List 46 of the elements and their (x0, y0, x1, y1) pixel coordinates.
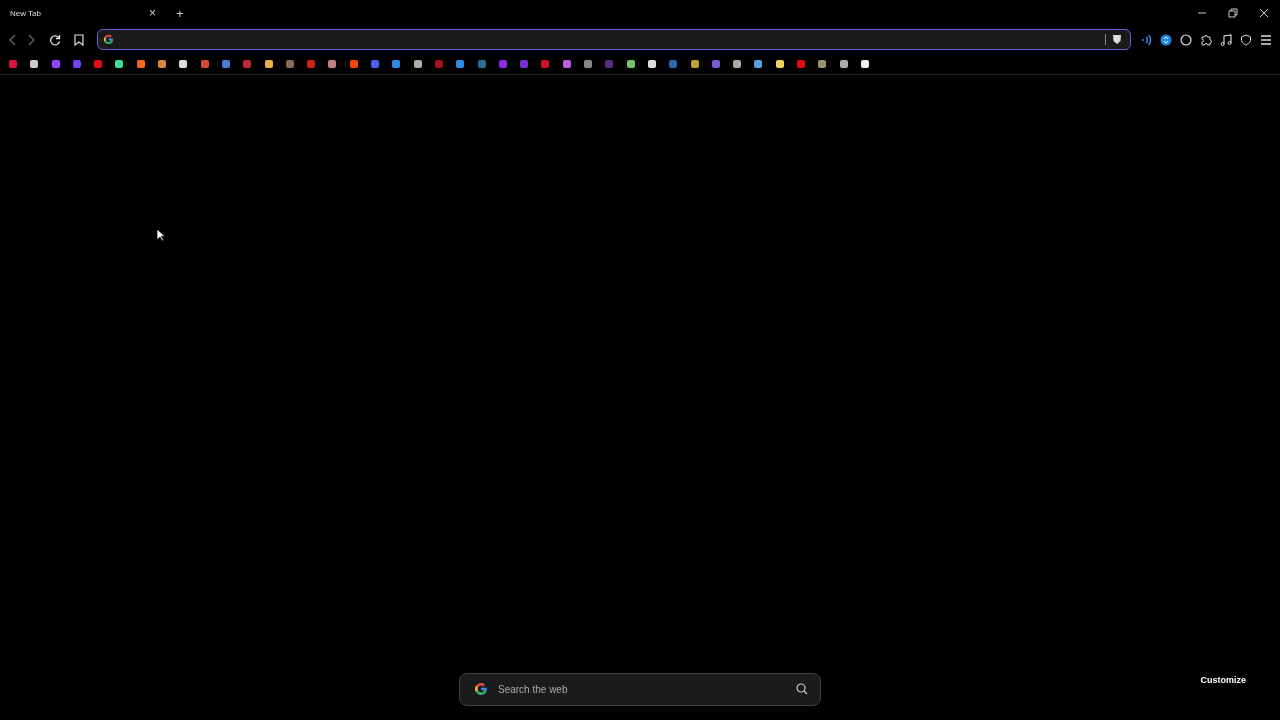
bookmark-icon[interactable] (818, 59, 827, 68)
address-bar[interactable] (96, 29, 1132, 50)
bookmark-icon[interactable] (136, 59, 145, 68)
bookmark-icon[interactable] (626, 59, 635, 68)
music-note-icon[interactable] (1220, 33, 1233, 46)
new-tab-button[interactable]: + (172, 6, 188, 20)
bookmark-icon[interactable] (30, 59, 39, 68)
sound-waves-icon[interactable] (1140, 33, 1153, 46)
bookmark-icon[interactable] (413, 59, 422, 68)
bookmark-icon[interactable] (349, 59, 358, 68)
search-field[interactable]: Search the web (498, 683, 786, 695)
bookmark-icon[interactable] (647, 59, 656, 68)
bookmark-icon[interactable] (860, 59, 869, 68)
bookmark-icon[interactable] (73, 33, 84, 46)
bookmark-icon[interactable] (562, 59, 571, 68)
bookmark-icon[interactable] (264, 59, 273, 68)
search-icon[interactable] (796, 683, 808, 695)
bookmark-icon[interactable] (456, 59, 465, 68)
reload-icon[interactable] (48, 33, 61, 46)
bookmark-icon[interactable] (775, 59, 784, 68)
bookmark-icon[interactable] (115, 59, 124, 68)
menu-icon[interactable] (1260, 33, 1273, 46)
bookmark-icon[interactable] (754, 59, 763, 68)
google-icon (474, 682, 488, 696)
forward-icon[interactable] (27, 33, 35, 46)
back-icon[interactable] (9, 33, 17, 46)
shield-icon[interactable] (1112, 34, 1123, 45)
tab-title[interactable]: New Tab (10, 8, 41, 18)
bookmark-icon[interactable] (839, 59, 848, 68)
google-icon (102, 34, 114, 45)
customize-button[interactable]: Customize (1194, 674, 1252, 686)
circle-icon[interactable] (1180, 33, 1193, 46)
bookmark-icon[interactable] (733, 59, 742, 68)
bookmark-icon[interactable] (158, 59, 167, 68)
bookmark-icon[interactable] (690, 59, 699, 68)
restore-icon[interactable] (1228, 8, 1238, 18)
shield-icon[interactable] (1240, 33, 1253, 46)
search-bar[interactable]: Search the web (459, 672, 821, 706)
bookmark-icon[interactable] (328, 59, 337, 68)
round-app-icon[interactable] (1160, 33, 1173, 46)
bookmark-icon[interactable] (584, 59, 592, 68)
close-icon[interactable] (1259, 8, 1269, 18)
bookmark-icon[interactable] (179, 59, 188, 68)
tab-close-button[interactable]: × (145, 7, 160, 19)
cursor-icon (156, 228, 166, 242)
puzzle-icon[interactable] (1200, 33, 1213, 46)
